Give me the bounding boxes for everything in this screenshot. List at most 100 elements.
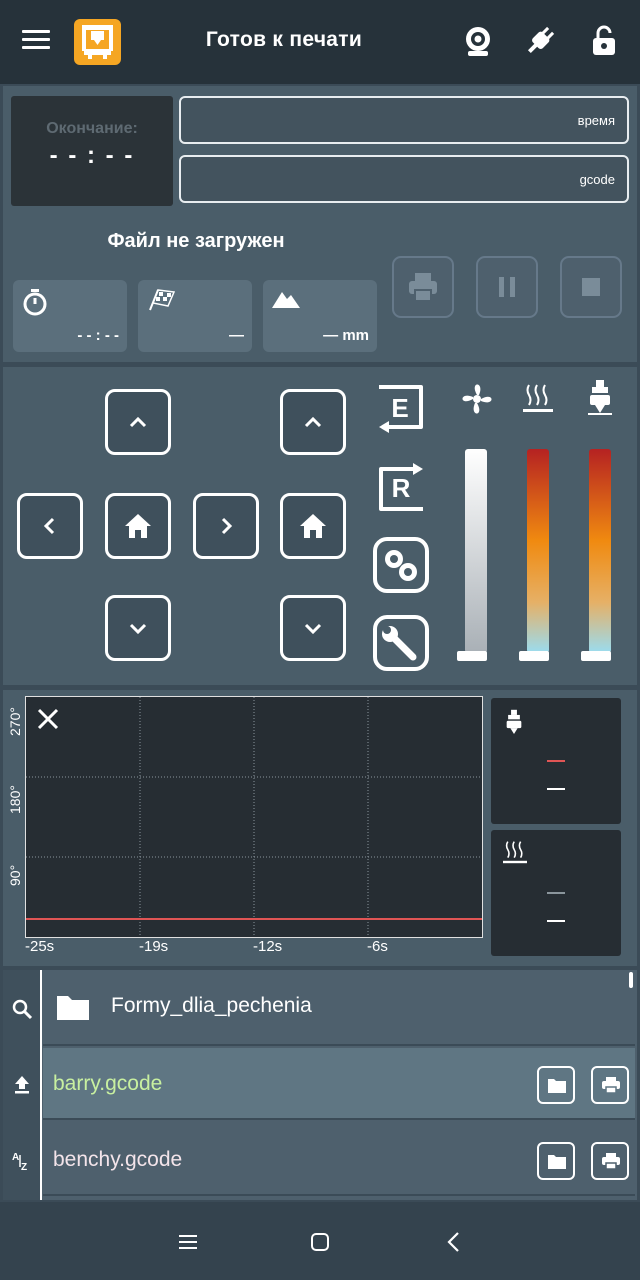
home-xy-button[interactable] [105,493,171,559]
print-file-button[interactable] [591,1066,629,1104]
folder-icon [57,996,89,1020]
jog-y-plus-button[interactable] [105,389,171,455]
printer-icon [409,273,437,302]
stop-icon [582,278,600,296]
chevron-left-icon [43,517,55,535]
search-icon[interactable] [11,998,33,1020]
stop-button[interactable] [560,256,622,318]
open-folder-button[interactable] [537,1066,575,1104]
height-card: — mm [263,280,377,352]
home-icon [300,514,326,538]
extruder-gears-button[interactable] [371,535,431,595]
system-navigation-bar [0,1202,640,1280]
settings-wrench-button[interactable] [371,613,431,673]
folder-row[interactable]: Formy_dlia_pechenia [43,970,635,1046]
file-row[interactable]: benchy.gcode [43,1124,635,1196]
pause-icon [499,277,515,297]
file-row[interactable]: barry.gcode [43,1048,635,1120]
retract-button[interactable]: R [371,457,431,517]
hamburger-menu-icon[interactable] [22,30,50,54]
x-axis-label: -12s [253,938,283,955]
jog-z-plus-button[interactable] [280,389,346,455]
checkered-flag-icon [149,289,176,311]
jog-z-minus-button[interactable] [280,595,346,661]
temperature-graph-panel: 270° 180° 90° -25s -19s -12s -6s [3,690,637,966]
hotend-slider-thumb[interactable] [581,651,611,661]
back-icon[interactable] [440,1228,468,1256]
fan-speed-slider[interactable] [457,449,487,661]
y-axis-label-180: 180° [7,785,23,814]
extrude-button[interactable]: E [371,379,431,439]
eta-box: Окончание: - - : - - [11,96,173,206]
x-axis-label: -6s [367,938,388,955]
file-name: benchy.gcode [53,1148,183,1171]
webcam-icon[interactable] [461,24,495,58]
home-z-button[interactable] [280,493,346,559]
chevron-up-icon [304,416,322,428]
sort-az-icon[interactable]: A Z [11,1150,33,1172]
file-tools-column: A Z [3,970,40,1200]
y-axis-label-270: 270° [7,707,23,736]
layer-value: — [229,327,244,344]
chevron-right-icon [221,517,233,535]
fan-slider-thumb[interactable] [457,651,487,661]
x-axis-label: -19s [139,938,169,955]
printer-icon [602,1153,620,1170]
hotend-temp-slider[interactable] [581,449,611,661]
file-name: barry.gcode [53,1072,163,1095]
home-icon [125,514,151,538]
gcode-progress-field: gcode [179,155,629,203]
open-folder-button[interactable] [537,1142,575,1180]
fan-icon [462,384,492,414]
layer-card: — [138,280,252,352]
extrude-label: E [391,393,408,423]
temperature-graph [25,696,483,938]
connection-plug-icon[interactable] [523,24,557,58]
gcode-field-label: gcode [579,172,615,187]
bed-temp-slider[interactable] [519,449,549,661]
folder-name: Formy_dlia_pechenia [111,994,312,1017]
jog-x-plus-button[interactable] [193,493,259,559]
hotend-actual-value [547,788,565,790]
elapsed-value: - - : - - [77,327,119,344]
hotend-target-value [547,760,565,762]
folder-icon [548,1079,566,1093]
eta-label: Окончание: [46,120,138,137]
chevron-up-icon [129,416,147,428]
bed-temp-card[interactable] [491,830,621,956]
time-progress-field: время [179,96,629,144]
heated-bed-icon [503,841,527,864]
hotend-temp-card[interactable] [491,698,621,824]
print-file-button[interactable] [591,1142,629,1180]
bed-actual-value [547,920,565,922]
file-browser: A Z Formy_dlia_pechenia barry.gcode benc… [3,970,637,1200]
page-title: Готов к печати [205,28,363,51]
printer-icon [602,1077,620,1094]
app-logo-icon [74,19,121,65]
top-app-bar: Готов к печати [0,0,640,84]
wrench-icon [373,615,429,671]
bed-slider-thumb[interactable] [519,651,549,661]
file-status-text: Файл не загружен [107,230,285,252]
gears-icon [373,537,429,593]
column-divider [40,970,42,1200]
recent-apps-icon[interactable] [174,1228,202,1256]
chevron-down-icon [304,623,322,635]
chevron-down-icon [129,623,147,635]
x-axis-label: -25s [25,938,55,955]
scrollbar[interactable] [629,972,633,988]
print-button[interactable] [392,256,454,318]
jog-x-minus-button[interactable] [17,493,83,559]
pause-button[interactable] [476,256,538,318]
home-nav-icon[interactable] [306,1228,334,1256]
print-status-panel: Окончание: - - : - - время gcode Файл не… [3,86,637,362]
upload-icon[interactable] [11,1074,33,1096]
y-axis-label-90: 90° [7,864,23,886]
height-value: — mm [323,327,369,344]
hotend-icon [506,709,522,734]
jog-y-minus-button[interactable] [105,595,171,661]
unlocked-icon[interactable] [587,24,621,58]
eta-value: - - : - - [49,142,135,169]
hotend-icon [588,380,612,415]
close-icon[interactable] [36,707,60,731]
